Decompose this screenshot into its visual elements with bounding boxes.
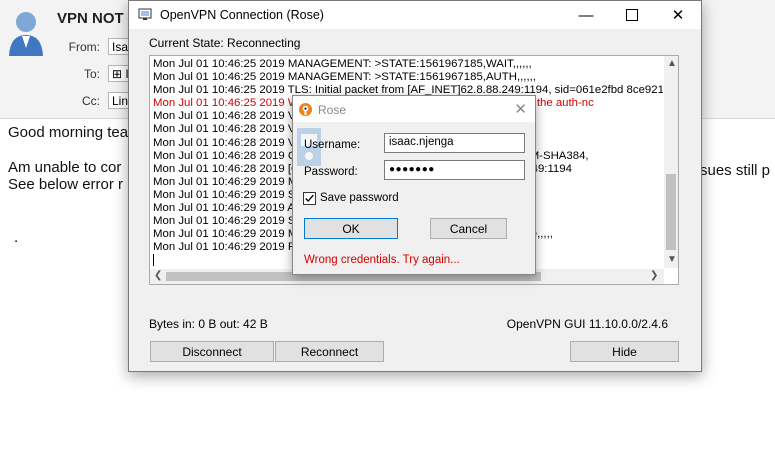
password-input[interactable]: ●●●●●●● — [384, 160, 525, 180]
current-state: Current State: Reconnecting — [149, 36, 301, 50]
reconnect-button[interactable]: Reconnect — [275, 341, 384, 362]
hide-button[interactable]: Hide — [570, 341, 679, 362]
maximize-button[interactable] — [609, 1, 655, 29]
window-title: OpenVPN Connection (Rose) — [160, 8, 324, 22]
error-message: Wrong credentials. Try again... — [304, 254, 460, 266]
openvpn-app-icon — [138, 8, 152, 20]
dialog-close-icon[interactable]: ✕ — [514, 100, 527, 118]
email-dot: . — [14, 229, 19, 246]
cancel-button[interactable]: Cancel — [430, 218, 507, 239]
checkmark-icon — [305, 194, 314, 203]
minimize-button[interactable]: — — [563, 1, 609, 29]
scroll-up-icon[interactable]: ▲ — [667, 58, 677, 69]
dialog-title: Rose — [318, 103, 347, 117]
text-caret — [153, 254, 154, 266]
close-button[interactable]: ✕ — [655, 1, 701, 29]
close-icon: ✕ — [671, 7, 685, 24]
cc-label: Cc: — [82, 94, 100, 108]
vertical-scroll-thumb[interactable] — [666, 174, 676, 250]
email-subject: VPN NOT — [57, 10, 124, 27]
ok-button[interactable]: OK — [304, 218, 398, 239]
save-password-label: Save password — [320, 192, 399, 204]
log-line: Mon Jul 01 10:46:25 2019 MANAGEMENT: >ST… — [153, 58, 532, 70]
username-input[interactable]: isaac.njenga — [384, 133, 525, 153]
openvpn-logo-icon — [298, 102, 313, 117]
log-vertical-scrollbar[interactable]: ▲ ▼ — [664, 56, 678, 268]
email-line-1-tail: sues still p — [700, 162, 771, 179]
log-line: Mon Jul 01 10:46:25 2019 MANAGEMENT: >ST… — [153, 71, 536, 84]
scroll-down-icon[interactable]: ▼ — [667, 254, 677, 265]
username-label: Username: — [304, 139, 361, 151]
disconnect-button[interactable]: Disconnect — [150, 341, 274, 362]
window-titlebar[interactable]: OpenVPN Connection (Rose) — ✕ — [129, 1, 701, 29]
version-label: OpenVPN GUI 11.10.0.0/2.4.6 — [506, 317, 668, 331]
login-dialog: Rose ✕ Username: isaac.njenga Password: … — [292, 95, 536, 275]
save-password-checkbox[interactable] — [303, 192, 316, 205]
to-label: To: — [83, 67, 100, 81]
password-label: Password: — [304, 166, 358, 178]
dialog-titlebar[interactable]: Rose ✕ — [293, 96, 535, 122]
from-label: From: — [68, 40, 100, 54]
minimize-icon: — — [578, 6, 594, 24]
bytes-stats: Bytes in: 0 B out: 42 B — [149, 317, 268, 331]
scroll-left-icon[interactable]: ❮ — [154, 270, 162, 281]
maximize-icon — [626, 9, 638, 21]
scroll-right-icon[interactable]: ❯ — [650, 270, 658, 281]
